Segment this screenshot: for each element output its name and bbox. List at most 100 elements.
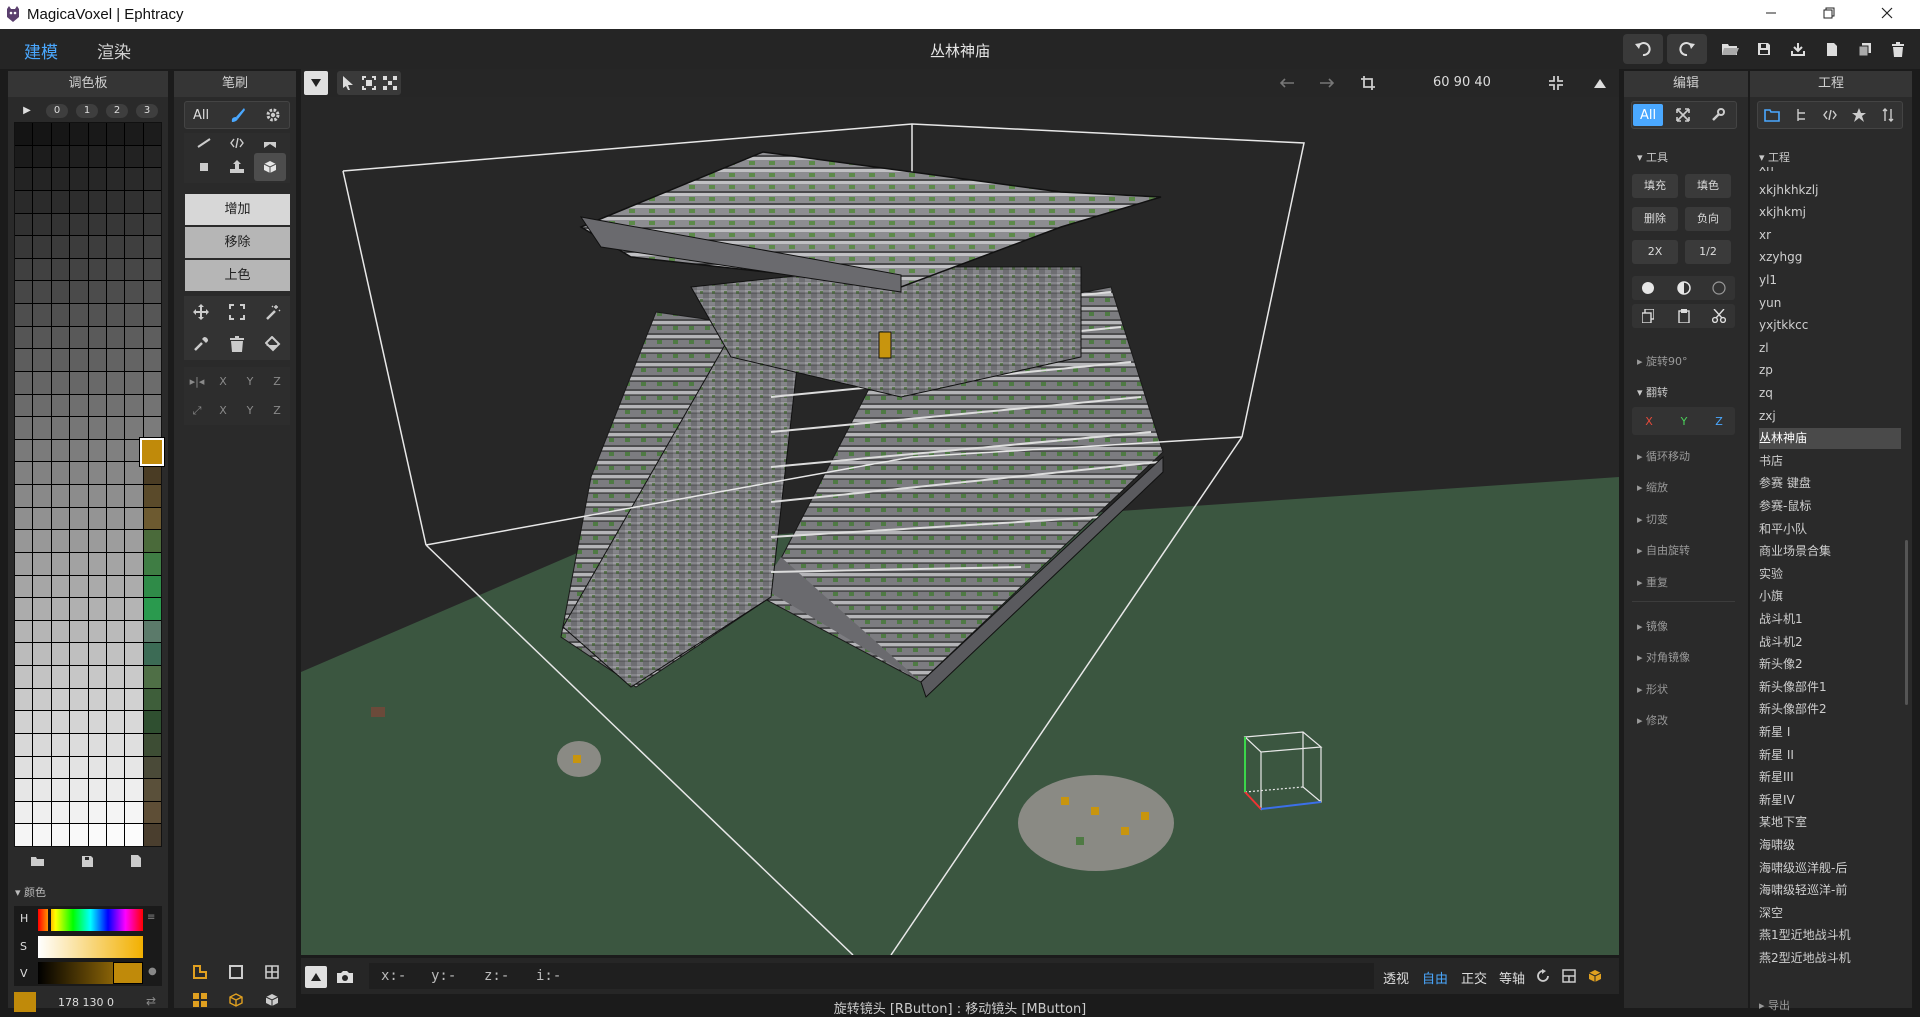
palette-swatch[interactable] (125, 123, 143, 145)
palette-swatch[interactable] (70, 371, 88, 394)
palette-swatch[interactable] (51, 801, 70, 824)
palette-swatch[interactable] (106, 643, 125, 665)
project-item[interactable]: 商业场景合集 (1759, 541, 1901, 562)
palette-swatch[interactable] (51, 598, 70, 620)
brush-axis2-x[interactable]: X (212, 400, 234, 422)
palette-swatch[interactable] (106, 575, 125, 598)
palette-swatch[interactable] (51, 190, 70, 213)
palette-swatch[interactable] (15, 756, 33, 779)
palette-swatch[interactable] (33, 756, 51, 779)
palette-tab-2[interactable]: 2 (106, 104, 128, 118)
brush-axis2-y[interactable]: Y (239, 400, 261, 422)
palette-swatch[interactable] (106, 258, 125, 281)
project-item[interactable]: xr (1759, 225, 1901, 246)
palette-swatch[interactable] (125, 643, 143, 665)
palette-swatch[interactable] (33, 620, 51, 643)
palette-swatch[interactable] (51, 756, 70, 779)
edit-filter-transform[interactable] (1668, 104, 1698, 126)
palette-swatch[interactable] (33, 666, 51, 688)
palette-swatch[interactable] (70, 281, 88, 303)
palette-swatch[interactable] (33, 145, 51, 168)
palette-swatch[interactable] (33, 733, 51, 756)
palette-swatch[interactable] (70, 801, 88, 824)
close-button[interactable] (1858, 0, 1916, 29)
palette-swatch[interactable] (33, 326, 51, 349)
palette-swatch[interactable] (33, 168, 51, 190)
palette-swatch[interactable] (33, 824, 51, 846)
palette-swatch[interactable] (143, 711, 161, 733)
palette-swatch[interactable] (106, 824, 125, 846)
save-button[interactable] (1749, 34, 1779, 64)
palette-swatch[interactable] (106, 281, 125, 303)
project-item[interactable]: 海啸级巡洋舰-后 (1759, 858, 1901, 879)
section-modify-header[interactable]: ▸ 修改 (1637, 712, 1668, 728)
palette-swatch[interactable] (70, 643, 88, 665)
mode-paint-button[interactable]: 上色 (185, 260, 290, 291)
palette-swatch[interactable] (33, 281, 51, 303)
palette-swatch[interactable] (70, 417, 88, 439)
palette-swatch[interactable] (70, 123, 88, 145)
palette-swatch[interactable] (125, 801, 143, 824)
palette-swatch[interactable] (33, 417, 51, 439)
project-item[interactable]: 海啸级 (1759, 835, 1901, 856)
flip-z-button[interactable]: Z (1704, 409, 1734, 433)
resize-axis-icon[interactable]: ⤢ (186, 400, 208, 422)
palette-swatch[interactable] (88, 304, 106, 326)
palette-grid[interactable] (14, 122, 162, 847)
palette-swatch[interactable] (51, 485, 70, 507)
palette-swatch[interactable] (15, 371, 33, 394)
palette-swatch[interactable] (143, 213, 161, 236)
palette-swatch[interactable] (106, 552, 125, 575)
palette-swatch[interactable] (51, 575, 70, 598)
palette-tab-3[interactable]: 3 (136, 104, 158, 118)
palette-swatch[interactable] (143, 349, 161, 371)
palette-swatch[interactable] (15, 190, 33, 213)
palette-swatch[interactable] (88, 281, 106, 303)
project-item[interactable]: 新头像2 (1759, 654, 1901, 675)
palette-swatch[interactable] (33, 213, 51, 236)
palette-swatch[interactable] (15, 304, 33, 326)
palette-swatch[interactable] (106, 779, 125, 801)
palette-swatch[interactable] (125, 213, 143, 236)
palette-swatch[interactable] (15, 394, 33, 417)
pointer-select-button[interactable] (338, 71, 358, 95)
section-diag-mirror-header[interactable]: ▸ 对角镜像 (1637, 649, 1690, 665)
palette-swatch[interactable] (143, 326, 161, 349)
project-item[interactable]: 参赛 键盘 (1759, 473, 1901, 494)
palette-swatch[interactable] (143, 394, 161, 417)
palette-swatch[interactable] (125, 371, 143, 394)
section-shear-header[interactable]: ▸ 切变 (1637, 511, 1668, 527)
palette-swatch[interactable] (88, 439, 106, 462)
solid-toggle[interactable] (1633, 274, 1663, 302)
scale-2x-button[interactable]: 2X (1632, 240, 1678, 264)
palette-swatch[interactable] (143, 190, 161, 213)
project-item[interactable]: yl1 (1759, 270, 1901, 291)
palette-swatch[interactable] (33, 552, 51, 575)
brush-axis2-z[interactable]: Z (266, 400, 288, 422)
mirror-axis-icon[interactable]: ▸|◂ (186, 371, 208, 393)
palette-swatch[interactable] (125, 304, 143, 326)
palette-swatch[interactable] (51, 371, 70, 394)
flip-x-button[interactable]: X (1634, 409, 1664, 433)
palette-swatch[interactable] (70, 190, 88, 213)
palette-swatch[interactable] (88, 417, 106, 439)
palette-swatch[interactable] (106, 620, 125, 643)
palette-swatch[interactable] (106, 688, 125, 711)
project-item[interactable]: 小旗 (1759, 586, 1901, 607)
palette-swatch[interactable] (106, 213, 125, 236)
palette-swatch[interactable] (15, 552, 33, 575)
half-toggle[interactable] (1669, 274, 1699, 302)
palette-swatch[interactable] (70, 213, 88, 236)
palette-swatch[interactable] (51, 304, 70, 326)
palette-swatch[interactable] (143, 666, 161, 688)
palette-swatch[interactable] (15, 236, 33, 258)
palette-swatch[interactable] (15, 145, 33, 168)
palette-swatch[interactable] (51, 507, 70, 530)
value-slider[interactable] (38, 962, 143, 984)
palette-swatch[interactable] (15, 326, 33, 349)
palette-swatch[interactable] (15, 824, 33, 846)
fit-view-button[interactable] (1543, 69, 1569, 97)
undo-button[interactable] (1623, 34, 1663, 64)
palette-swatch[interactable] (106, 733, 125, 756)
palette-swatch[interactable] (51, 666, 70, 688)
